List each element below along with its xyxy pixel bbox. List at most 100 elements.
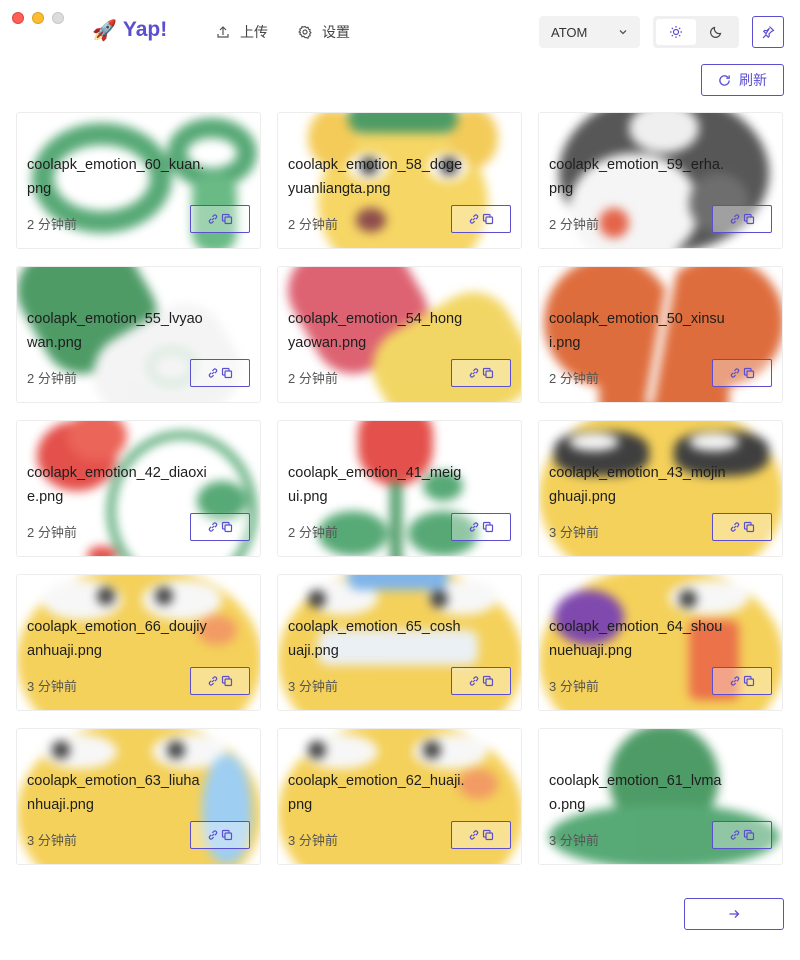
copy-icon (743, 829, 755, 841)
pin-window-button[interactable] (752, 16, 784, 48)
chevron-down-icon (619, 30, 627, 35)
link-icon (469, 676, 479, 686)
dark-theme-button[interactable] (696, 19, 736, 45)
copy-link-button[interactable] (190, 513, 250, 541)
image-filename: coolapk_emotion_61_lvmao.png (549, 773, 722, 813)
copy-icon (221, 829, 233, 841)
copy-icon (482, 829, 494, 841)
link-icon (208, 676, 218, 686)
image-time: 2 分钟前 (27, 371, 77, 386)
image-time: 2 分钟前 (27, 217, 77, 232)
app-brand: 🚀 Yap! (92, 18, 167, 42)
copy-icon (482, 367, 494, 379)
image-card[interactable]: coolapk_emotion_54_hongyaowan.png 2 分钟前 (277, 266, 522, 403)
arrow-right-icon (729, 910, 740, 918)
image-card[interactable]: coolapk_emotion_64_shounuehuaji.png 3 分钟… (538, 574, 783, 711)
rocket-icon: 🚀 (92, 18, 117, 42)
copy-link-button[interactable] (451, 205, 511, 233)
refresh-button[interactable]: 刷新 (701, 64, 784, 96)
copy-icon (482, 675, 494, 687)
image-time: 3 分钟前 (27, 679, 77, 694)
upload-icon (217, 26, 229, 38)
copy-link-button[interactable] (712, 513, 772, 541)
gear-icon (298, 25, 312, 39)
copy-icon (221, 367, 233, 379)
copy-link-button[interactable] (190, 667, 250, 695)
nav-upload[interactable]: 上传 (216, 22, 268, 42)
app-name: Yap! (122, 18, 168, 41)
link-icon (469, 522, 479, 532)
image-time: 3 分钟前 (288, 679, 338, 694)
image-card[interactable]: coolapk_emotion_61_lvmao.png 3 分钟前 (538, 728, 783, 865)
moon-icon (710, 26, 722, 38)
image-time: 3 分钟前 (27, 833, 77, 848)
image-filename: coolapk_emotion_58_dogeyuanliangta.png (288, 157, 463, 197)
image-card[interactable]: coolapk_emotion_63_liuhanhuaji.png 3 分钟前 (16, 728, 261, 865)
image-time: 3 分钟前 (288, 833, 338, 848)
image-card[interactable]: coolapk_emotion_55_lvyaowan.png 2 分钟前 (16, 266, 261, 403)
image-card[interactable]: coolapk_emotion_65_coshuaji.png 3 分钟前 (277, 574, 522, 711)
link-icon (208, 214, 218, 224)
image-filename: coolapk_emotion_55_lvyaowan.png (27, 311, 203, 351)
copy-link-button[interactable] (451, 513, 511, 541)
image-time: 2 分钟前 (288, 217, 338, 232)
image-time: 3 分钟前 (549, 525, 599, 540)
link-icon (730, 676, 740, 686)
link-icon (730, 830, 740, 840)
editor-select[interactable]: ATOM (539, 16, 640, 48)
next-page-button[interactable] (684, 898, 784, 930)
copy-link-button[interactable] (712, 667, 772, 695)
image-filename: coolapk_emotion_66_doujiyanhuaji.png (27, 619, 207, 659)
nav-upload-label: 上传 (240, 24, 268, 40)
copy-link-button[interactable] (190, 821, 250, 849)
zoom-window-button[interactable] (52, 12, 64, 24)
image-card[interactable]: coolapk_emotion_43_mojinghuaji.png 3 分钟前 (538, 420, 783, 557)
copy-link-button[interactable] (190, 205, 250, 233)
minimize-window-button[interactable] (32, 12, 44, 24)
copy-link-button[interactable] (712, 821, 772, 849)
image-time: 3 分钟前 (549, 679, 599, 694)
image-card[interactable]: coolapk_emotion_59_erha.png 2 分钟前 (538, 112, 783, 249)
image-card[interactable]: coolapk_emotion_58_dogeyuanliangta.png 2… (277, 112, 522, 249)
image-time: 2 分钟前 (288, 371, 338, 386)
copy-link-button[interactable] (712, 359, 772, 387)
light-theme-button[interactable] (656, 19, 696, 45)
image-card[interactable]: coolapk_emotion_66_doujiyanhuaji.png 3 分… (16, 574, 261, 711)
window-controls (12, 12, 64, 24)
image-filename: coolapk_emotion_54_hongyaowan.png (288, 311, 463, 351)
copy-icon (221, 213, 233, 225)
image-time: 3 分钟前 (549, 833, 599, 848)
image-filename: coolapk_emotion_43_mojinghuaji.png (549, 465, 726, 505)
editor-select-value: ATOM (551, 24, 588, 40)
close-window-button[interactable] (12, 12, 24, 24)
link-icon (469, 214, 479, 224)
copy-link-button[interactable] (712, 205, 772, 233)
image-time: 2 分钟前 (27, 525, 77, 540)
copy-icon (743, 675, 755, 687)
nav-settings[interactable]: 设置 (298, 22, 350, 42)
image-card[interactable]: coolapk_emotion_50_xinsui.png 2 分钟前 (538, 266, 783, 403)
link-icon (208, 368, 218, 378)
link-icon (730, 368, 740, 378)
link-icon (208, 522, 218, 532)
image-filename: coolapk_emotion_50_xinsui.png (549, 311, 725, 351)
copy-link-button[interactable] (451, 667, 511, 695)
link-icon (469, 368, 479, 378)
image-card[interactable]: coolapk_emotion_42_diaoxie.png 2 分钟前 (16, 420, 261, 557)
copy-icon (743, 213, 755, 225)
image-filename: coolapk_emotion_59_erha.png (549, 157, 724, 197)
copy-link-button[interactable] (451, 821, 511, 849)
copy-link-button[interactable] (190, 359, 250, 387)
image-card[interactable]: coolapk_emotion_62_huaji.png 3 分钟前 (277, 728, 522, 865)
image-filename: coolapk_emotion_65_coshuaji.png (288, 619, 461, 659)
theme-toggle (653, 16, 739, 48)
link-icon (208, 830, 218, 840)
copy-icon (221, 675, 233, 687)
copy-link-button[interactable] (451, 359, 511, 387)
image-card[interactable]: coolapk_emotion_60_kuan.png 2 分钟前 (16, 112, 261, 249)
copy-icon (743, 521, 755, 533)
image-grid: coolapk_emotion_60_kuan.png 2 分钟前 coolap… (16, 112, 784, 865)
copy-icon (482, 213, 494, 225)
image-card[interactable]: coolapk_emotion_41_meigui.png 2 分钟前 (277, 420, 522, 557)
image-filename: coolapk_emotion_41_meigui.png (288, 465, 462, 505)
